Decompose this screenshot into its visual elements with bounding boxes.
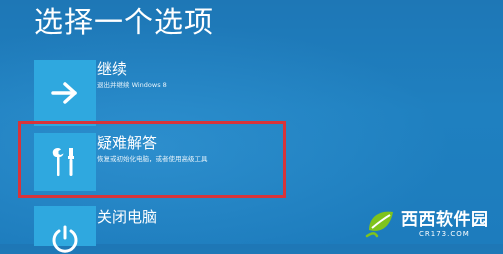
- watermark-domain: CR173.COM: [419, 230, 470, 238]
- shutdown-label: 关闭电脑: [97, 208, 158, 226]
- shutdown-tile[interactable]: [34, 206, 96, 253]
- continue-description: 退出并继续 Windows 8: [97, 81, 167, 89]
- watermark: 西西软件园 CR173.COM: [363, 206, 501, 242]
- page-title: 选择一个选项: [34, 5, 215, 39]
- continue-option[interactable]: 继续 退出并继续 Windows 8: [34, 60, 474, 126]
- leaf-logo-icon: [365, 211, 393, 238]
- power-icon: [52, 225, 78, 253]
- arrow-right-icon: [51, 82, 77, 104]
- continue-tile[interactable]: [34, 60, 96, 126]
- continue-label: 继续: [97, 60, 128, 78]
- highlight-box: [18, 121, 286, 198]
- watermark-text: 西西软件园: [401, 210, 489, 230]
